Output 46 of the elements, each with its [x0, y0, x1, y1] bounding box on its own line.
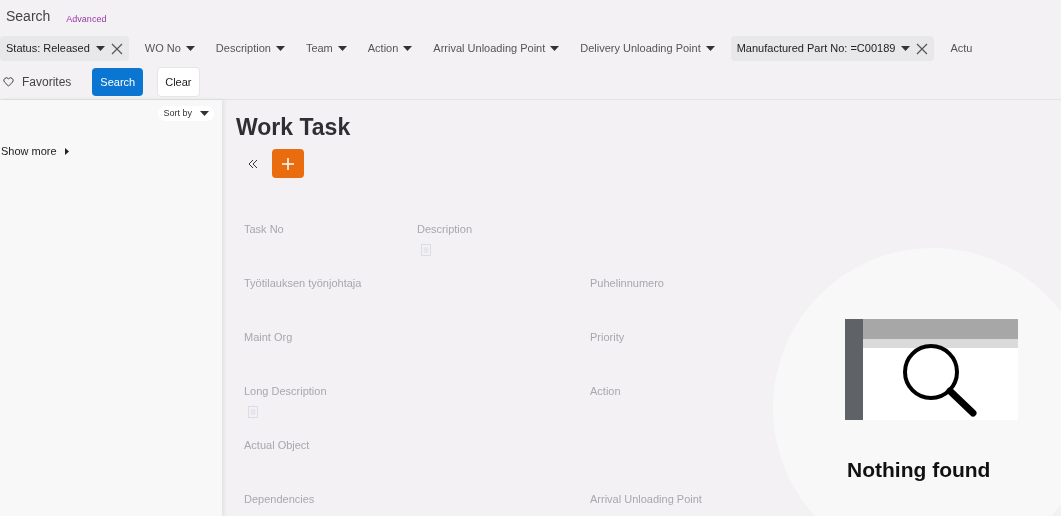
heart-icon[interactable] [3, 77, 14, 87]
caret-icon [200, 111, 209, 116]
document-icon [421, 244, 431, 256]
field-label: Description [417, 223, 473, 236]
advanced-link[interactable]: Advanced [66, 12, 107, 26]
filter-chip[interactable]: Description [210, 36, 290, 61]
plus-icon [282, 157, 294, 170]
field-label: Long Description [244, 385, 327, 398]
collapse-icon[interactable] [248, 158, 258, 169]
filter-chip[interactable]: Action [362, 36, 418, 61]
filter-chip[interactable]: Delivery Unloading Point [575, 36, 720, 61]
caret-icon [275, 46, 285, 51]
field-label: Arrival Unloading Point [590, 493, 702, 506]
show-more-button[interactable]: Show more [1, 143, 69, 160]
field-label: Puhelinnumero [590, 277, 664, 290]
close-icon[interactable] [110, 42, 123, 55]
field-label: Dependencies [244, 493, 315, 506]
caret-icon [403, 46, 413, 51]
filter-chip[interactable]: Arrival Unloading Point [428, 36, 565, 61]
field-label: Action [590, 385, 621, 398]
filter-chip[interactable]: Status: Released [0, 36, 129, 61]
field-label: Maint Org [244, 331, 293, 344]
field-label: Priority [590, 331, 625, 344]
page-title: Work Task [236, 113, 352, 142]
close-icon[interactable] [916, 42, 929, 55]
caret-icon [95, 46, 105, 51]
filter-chip[interactable]: Manufactured Part No: =C00189 [730, 36, 935, 61]
document-icon [248, 406, 258, 418]
filter-chip[interactable]: WO No [139, 36, 200, 61]
caret-icon [705, 46, 715, 51]
caret-icon [550, 46, 560, 51]
caret-right-icon [64, 147, 69, 155]
sort-by-button[interactable]: Sort by [158, 106, 214, 121]
clear-button[interactable]: Clear [157, 67, 200, 97]
caret-icon [337, 46, 347, 51]
search-button[interactable]: Search [92, 68, 144, 96]
field-label: Työtilauksen työnjohtaja [244, 277, 362, 290]
search-title: Search [6, 7, 51, 26]
caret-icon [185, 46, 195, 51]
field-label: Actual Object [244, 439, 310, 452]
favorites-label[interactable]: Favorites [22, 73, 72, 91]
nothing-found-message: Nothing found [847, 457, 991, 483]
caret-icon [901, 46, 911, 51]
field-label: Task No [244, 223, 284, 236]
filter-chip[interactable]: Team [300, 36, 352, 61]
filter-chip[interactable]: Actu [945, 36, 978, 61]
